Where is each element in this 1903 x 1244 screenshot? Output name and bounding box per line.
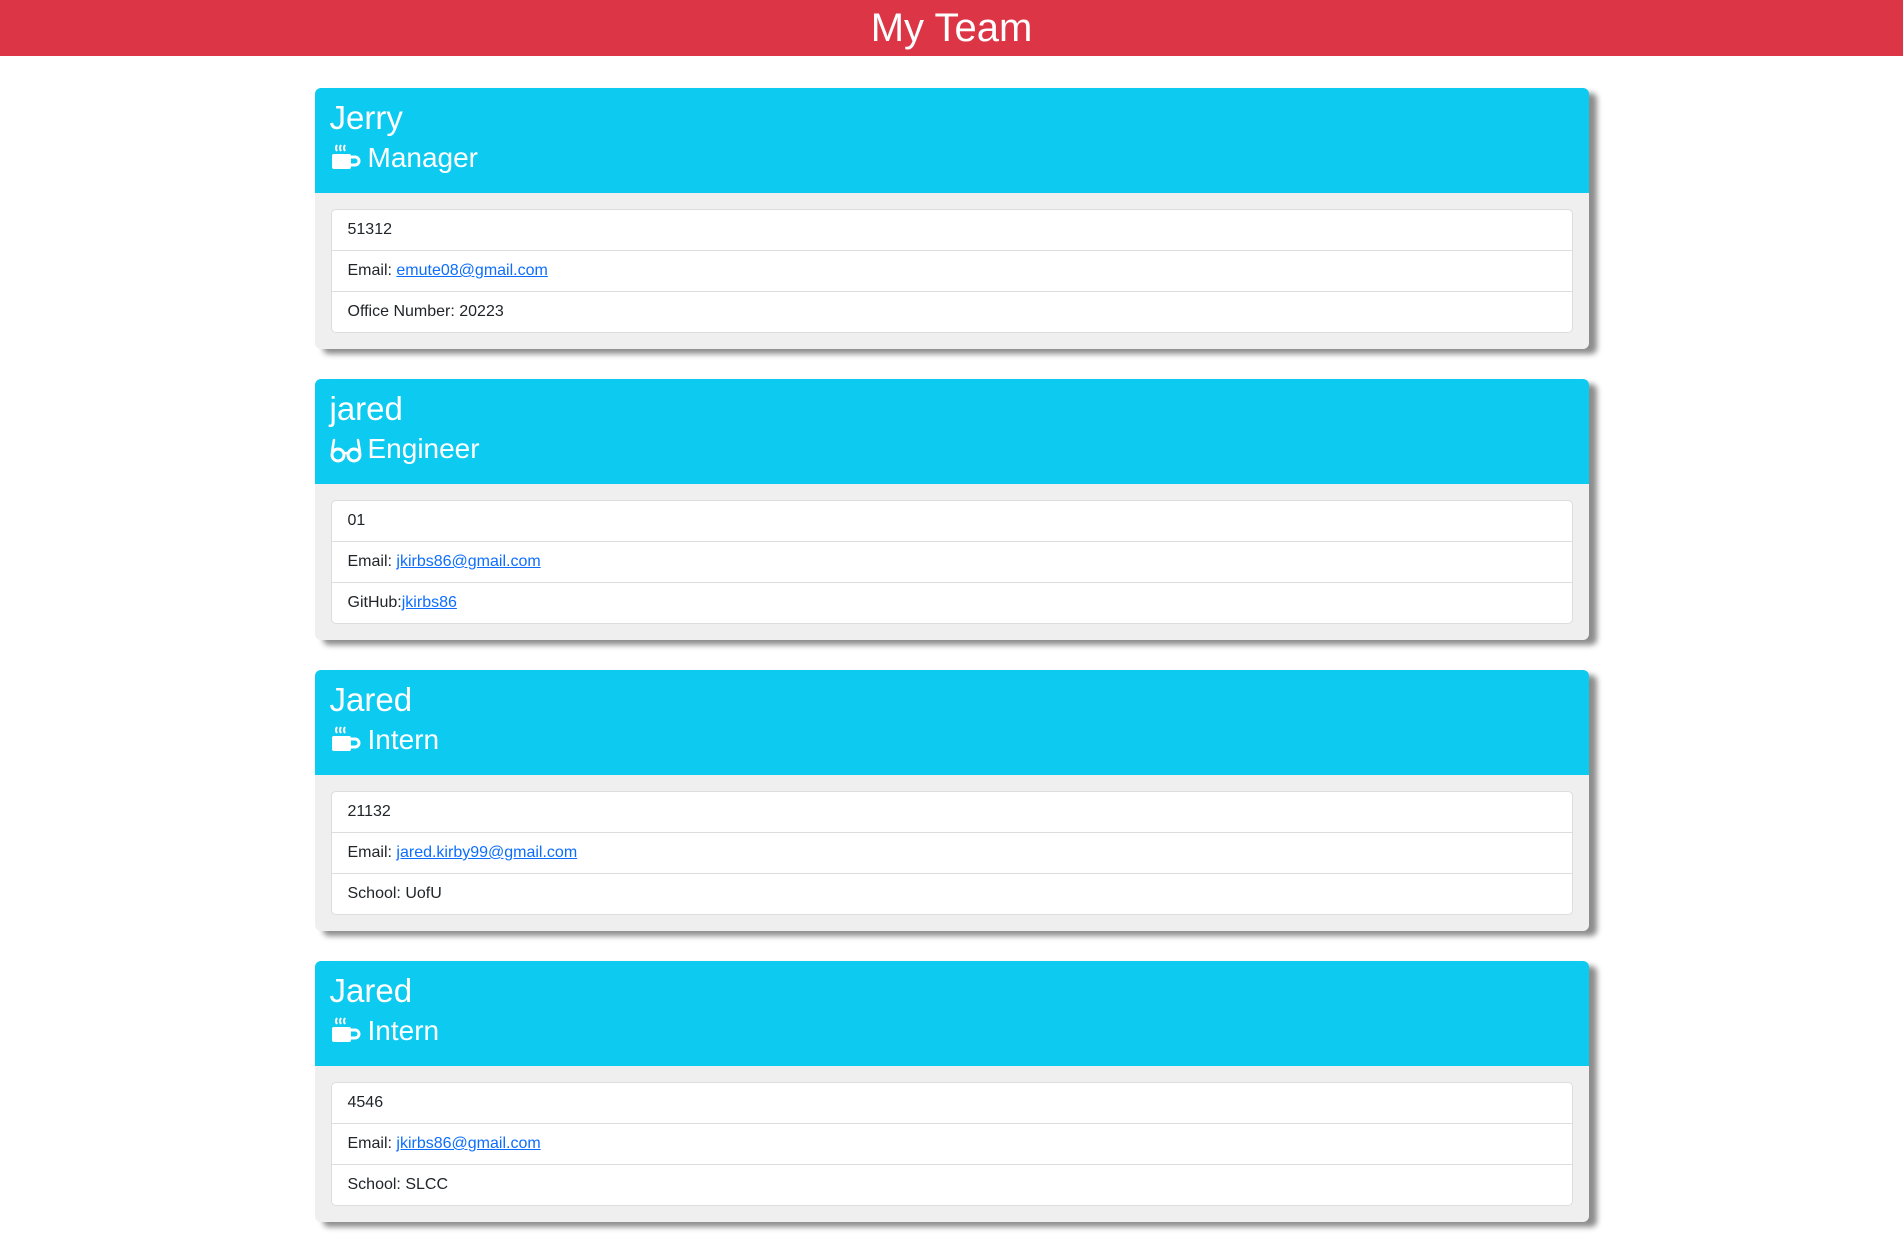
email-label: Email: bbox=[347, 262, 397, 279]
employee-id: 4546 bbox=[347, 1094, 384, 1111]
employee-card: Jared Intern 4546 Email: jkirbs86@gmail.… bbox=[314, 961, 1589, 1222]
card-header: Jared Intern bbox=[314, 961, 1589, 1066]
email-link[interactable]: emute08@gmail.com bbox=[396, 262, 547, 279]
office-number: 20223 bbox=[459, 303, 504, 320]
employee-school: School: UofU bbox=[331, 873, 1572, 914]
email-label: Email: bbox=[347, 1135, 397, 1152]
card-body: 21132 Email: jared.kirby99@gmail.com Sch… bbox=[315, 775, 1589, 931]
role-label: Intern bbox=[367, 1015, 440, 1046]
card-header: jared Engineer bbox=[314, 379, 1589, 484]
card-body: 01 Email: jkirbs86@gmail.com GitHub:jkir… bbox=[315, 484, 1589, 640]
glasses-icon bbox=[330, 434, 362, 464]
school-label: School: bbox=[347, 1176, 406, 1193]
mug-icon bbox=[330, 1016, 362, 1046]
mug-icon bbox=[330, 725, 362, 755]
employee-school: School: SLCC bbox=[331, 1164, 1572, 1205]
role-label: Manager bbox=[367, 142, 479, 173]
page-header: My Team bbox=[0, 0, 1903, 56]
info-list: 51312 Email: emute08@gmail.com Office Nu… bbox=[330, 209, 1573, 333]
employee-id: 01 bbox=[347, 512, 366, 529]
email-label: Email: bbox=[347, 553, 397, 570]
card-header: Jared Intern bbox=[314, 670, 1589, 775]
employee-card: Jerry Manager 51312 Email: emute08@gmail… bbox=[314, 88, 1589, 349]
github-link[interactable]: jkirbs86 bbox=[402, 594, 457, 611]
employee-name: Jerry bbox=[329, 99, 403, 136]
team-list: Jerry Manager 51312 Email: emute08@gmail… bbox=[314, 56, 1589, 1222]
employee-card: Jared Intern 21132 Email: jared.kirby99@… bbox=[314, 670, 1589, 931]
employee-role: Intern bbox=[330, 722, 1574, 758]
card-body: 4546 Email: jkirbs86@gmail.com School: S… bbox=[315, 1066, 1589, 1222]
employee-name: Jared bbox=[329, 681, 413, 718]
employee-name: jared bbox=[329, 390, 403, 427]
employee-office: Office Number: 20223 bbox=[331, 291, 1572, 332]
info-list: 4546 Email: jkirbs86@gmail.com School: S… bbox=[330, 1082, 1573, 1206]
employee-name: Jared bbox=[329, 972, 413, 1009]
employee-role: Engineer bbox=[330, 431, 1574, 467]
employee-email: Email: jared.kirby99@gmail.com bbox=[331, 832, 1572, 873]
card-header: Jerry Manager bbox=[314, 88, 1589, 193]
employee-role: Manager bbox=[330, 140, 1574, 176]
github-label: GitHub: bbox=[347, 594, 402, 611]
card-body: 51312 Email: emute08@gmail.com Office Nu… bbox=[315, 193, 1589, 349]
office-label: Office Number: bbox=[347, 303, 460, 320]
role-label: Intern bbox=[367, 724, 440, 755]
info-list: 21132 Email: jared.kirby99@gmail.com Sch… bbox=[330, 791, 1573, 915]
email-link[interactable]: jkirbs86@gmail.com bbox=[396, 1135, 540, 1152]
school-name: SLCC bbox=[405, 1176, 448, 1193]
employee-card: jared Engineer 01 Email: jkirbs86@gmail.… bbox=[314, 379, 1589, 640]
role-label: Engineer bbox=[367, 433, 480, 464]
employee-email: Email: jkirbs86@gmail.com bbox=[331, 1123, 1572, 1164]
email-label: Email: bbox=[347, 844, 397, 861]
employee-email: Email: jkirbs86@gmail.com bbox=[331, 541, 1572, 582]
mug-icon bbox=[330, 143, 362, 173]
school-name: UofU bbox=[405, 885, 442, 902]
employee-github: GitHub:jkirbs86 bbox=[331, 582, 1572, 623]
email-link[interactable]: jkirbs86@gmail.com bbox=[396, 553, 540, 570]
employee-id: 51312 bbox=[347, 221, 393, 238]
email-link[interactable]: jared.kirby99@gmail.com bbox=[396, 844, 577, 861]
employee-role: Intern bbox=[330, 1013, 1574, 1049]
employee-email: Email: emute08@gmail.com bbox=[331, 250, 1572, 291]
employee-id: 21132 bbox=[347, 803, 391, 820]
info-list: 01 Email: jkirbs86@gmail.com GitHub:jkir… bbox=[330, 500, 1573, 624]
school-label: School: bbox=[347, 885, 406, 902]
page-title: My Team bbox=[870, 6, 1033, 50]
